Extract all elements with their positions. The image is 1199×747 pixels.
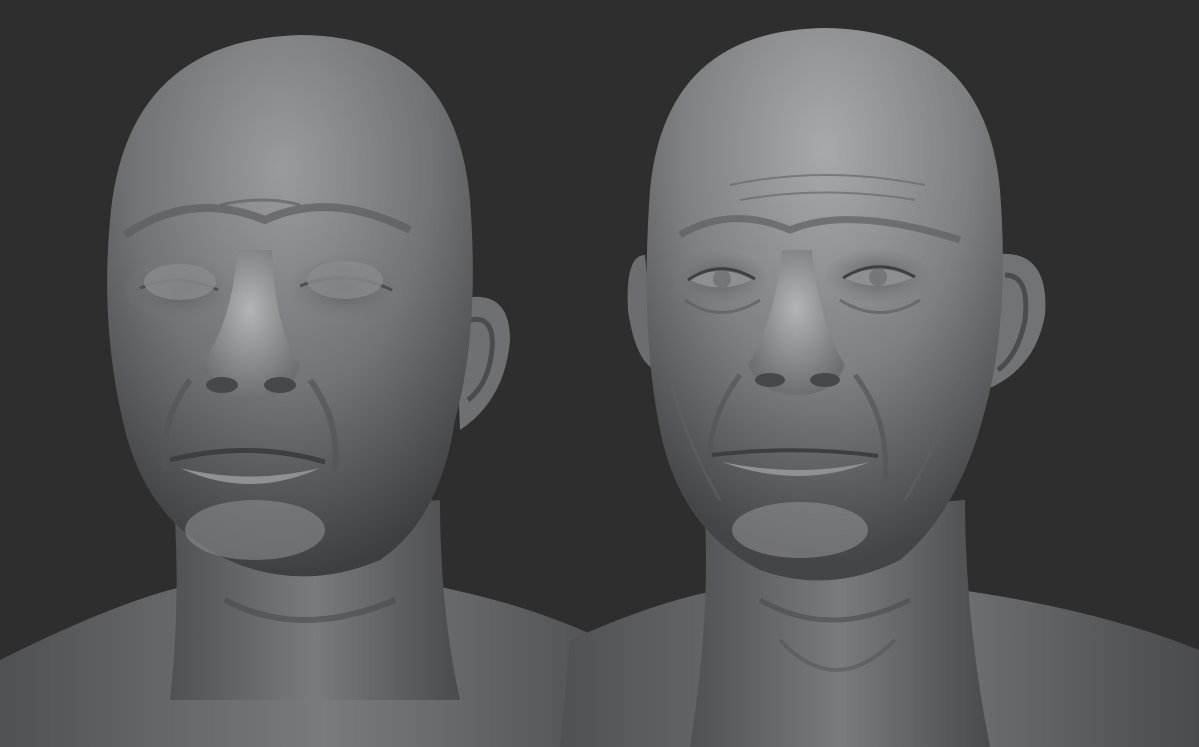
render-viewport [0,0,1199,747]
sculpt-render [0,0,1199,747]
right-head [646,28,1003,581]
